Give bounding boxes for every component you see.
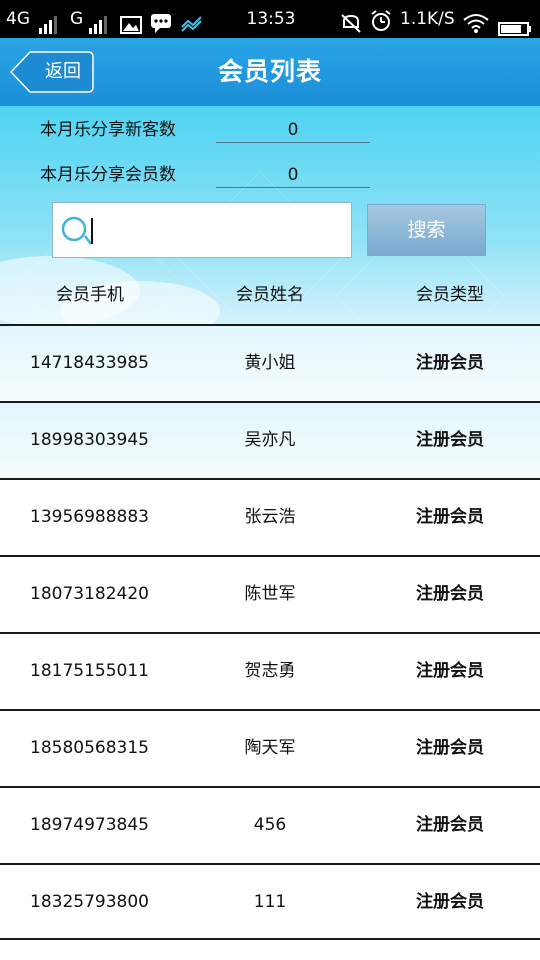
member-type: 注册会员 bbox=[416, 584, 484, 604]
member-type: 注册会员 bbox=[416, 892, 484, 912]
table-row[interactable]: 18325793800 111 注册会员 bbox=[0, 863, 540, 940]
member-type: 注册会员 bbox=[416, 815, 484, 835]
chart-icon bbox=[180, 9, 204, 32]
members-label: 本月乐分享会员数 bbox=[40, 165, 176, 185]
member-phone: 13956988883 bbox=[30, 507, 149, 527]
table-row[interactable]: 18998303945 吴亦凡 注册会员 bbox=[0, 401, 540, 478]
search-button[interactable]: 搜索 bbox=[367, 204, 486, 256]
signal-icon bbox=[88, 10, 112, 34]
table-row[interactable]: 18974973845 456 注册会员 bbox=[0, 786, 540, 863]
member-phone: 14718433985 bbox=[30, 353, 149, 373]
search-input[interactable] bbox=[93, 207, 345, 253]
member-name: 张云浩 bbox=[244, 507, 296, 527]
signal-icon bbox=[38, 10, 62, 34]
member-type: 注册会员 bbox=[416, 507, 484, 527]
mute-icon bbox=[340, 9, 362, 33]
table-row[interactable]: 14718433985 黄小姐 注册会员 bbox=[0, 324, 540, 401]
member-phone: 18580568315 bbox=[30, 738, 149, 758]
network-type-label: 4G bbox=[6, 9, 30, 29]
member-phone: 18325793800 bbox=[30, 892, 149, 912]
member-name: 陈世军 bbox=[244, 584, 296, 604]
network-type-label-2: G bbox=[70, 9, 84, 29]
back-button[interactable]: 返回 bbox=[10, 51, 94, 93]
member-type: 注册会员 bbox=[416, 661, 484, 681]
member-phone: 18974973845 bbox=[30, 815, 149, 835]
member-name: 111 bbox=[253, 892, 287, 912]
app-header: 返回 会员列表 bbox=[0, 38, 540, 106]
image-icon bbox=[120, 10, 142, 34]
message-icon bbox=[150, 9, 172, 33]
new-customers-value: 0 bbox=[216, 117, 370, 143]
table-row[interactable]: 18073182420 陈世军 注册会员 bbox=[0, 555, 540, 632]
table-row[interactable]: 13956988883 张云浩 注册会员 bbox=[0, 478, 540, 555]
search-icon bbox=[61, 216, 93, 245]
search-box bbox=[52, 202, 352, 258]
wifi-icon bbox=[463, 9, 489, 33]
member-name: 456 bbox=[253, 815, 287, 835]
page-title: 会员列表 bbox=[217, 57, 322, 86]
members-value: 0 bbox=[216, 162, 370, 188]
back-button-label: 返回 bbox=[45, 61, 81, 82]
column-header-type: 会员类型 bbox=[416, 285, 484, 305]
table-row[interactable]: 18175155011 贺志勇 注册会员 bbox=[0, 632, 540, 709]
member-phone: 18073182420 bbox=[30, 584, 149, 604]
table-row[interactable]: 18580568315 陶天军 注册会员 bbox=[0, 709, 540, 786]
member-name: 陶天军 bbox=[244, 738, 296, 758]
status-time: 13:53 bbox=[246, 9, 296, 29]
alarm-icon bbox=[370, 8, 392, 31]
column-header-name: 会员姓名 bbox=[236, 285, 304, 305]
member-type: 注册会员 bbox=[416, 353, 484, 373]
member-list: 14718433985 黄小姐 注册会员 18998303945 吴亦凡 注册会… bbox=[0, 324, 540, 940]
column-header-phone: 会员手机 bbox=[56, 285, 124, 305]
member-phone: 18175155011 bbox=[30, 661, 149, 681]
network-speed: 1.1K/S bbox=[400, 9, 455, 29]
member-type: 注册会员 bbox=[416, 738, 484, 758]
member-name: 贺志勇 bbox=[244, 661, 296, 681]
member-type: 注册会员 bbox=[416, 430, 484, 450]
status-bar: 4G G 13:53 1.1K/S bbox=[0, 0, 540, 38]
member-phone: 18998303945 bbox=[30, 430, 149, 450]
member-name: 吴亦凡 bbox=[244, 430, 296, 450]
new-customers-label: 本月乐分享新客数 bbox=[40, 120, 176, 140]
filter-panel: 本月乐分享新客数 0 本月乐分享会员数 0 搜索 会员手机 会员姓名 会员类型 bbox=[0, 106, 540, 326]
member-name: 黄小姐 bbox=[244, 353, 296, 373]
battery-icon bbox=[498, 12, 532, 36]
